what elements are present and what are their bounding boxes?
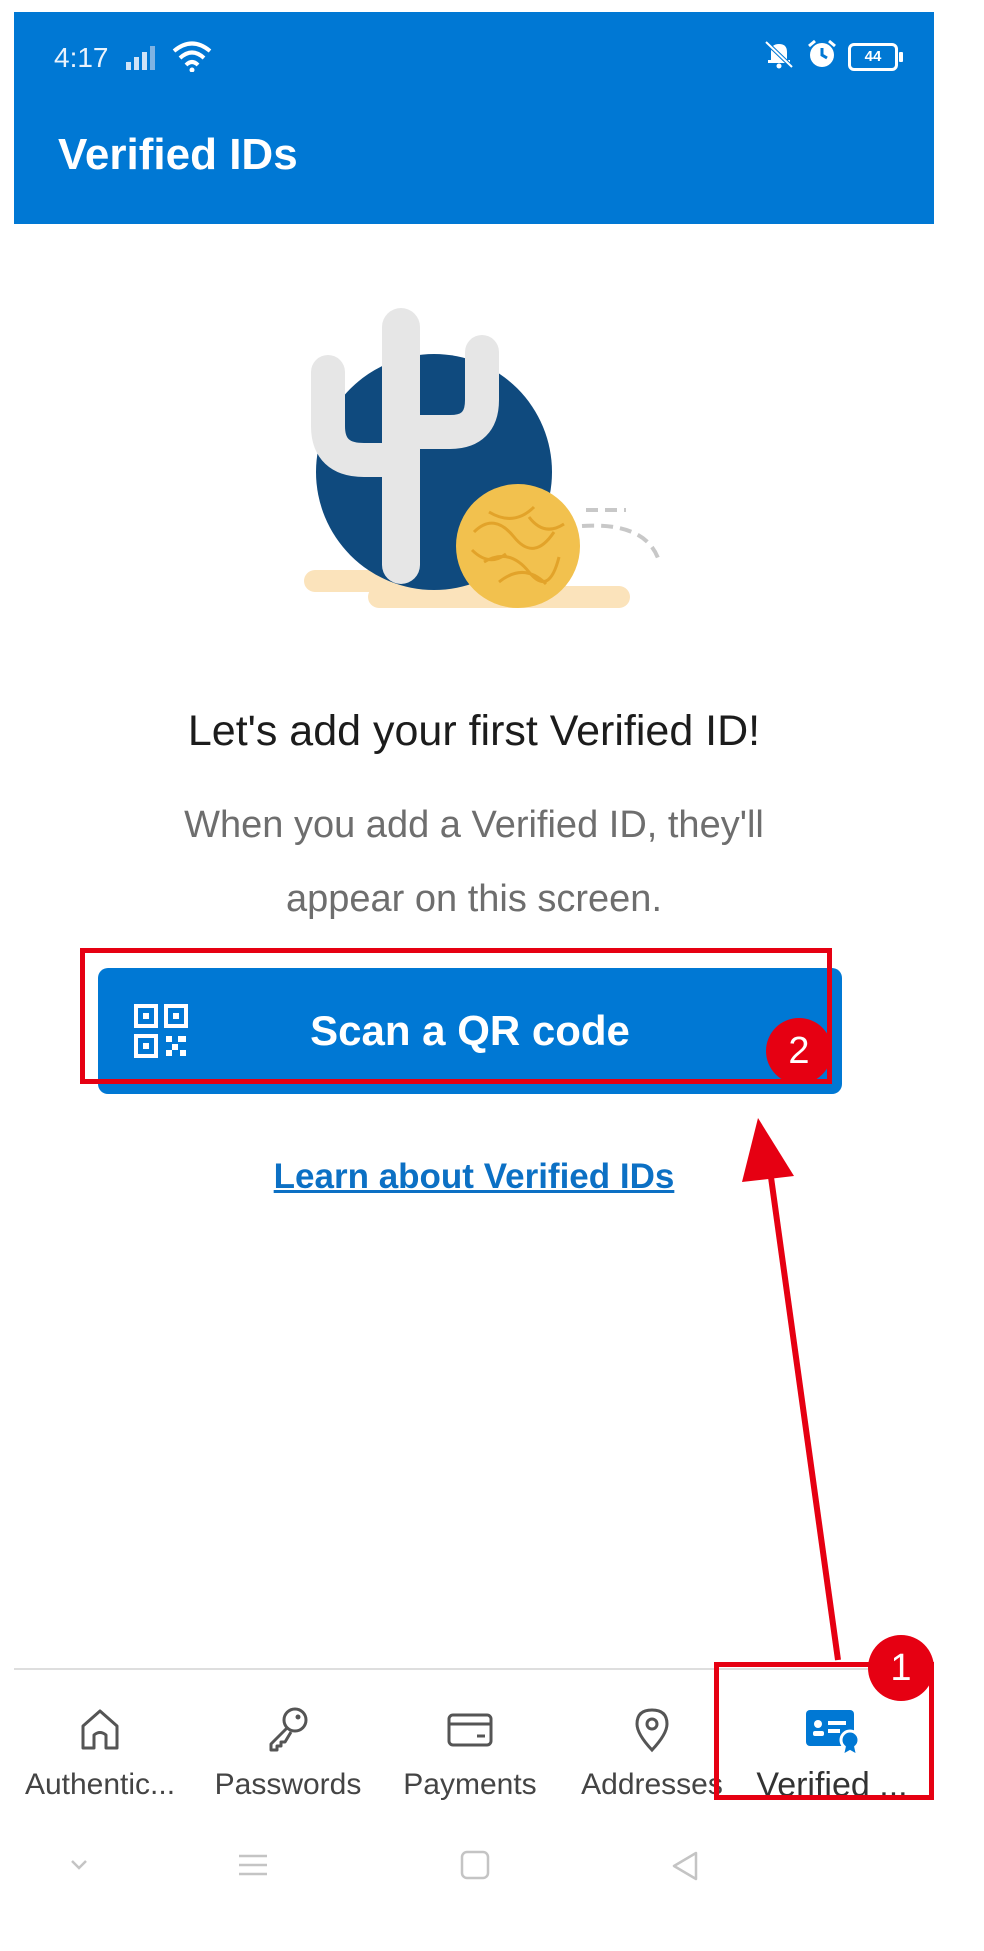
annotation-arrow [742,1118,841,1661]
annotation-step-badge-1: 1 [868,1635,934,1701]
annotation-step-badge-2: 2 [766,1018,832,1084]
